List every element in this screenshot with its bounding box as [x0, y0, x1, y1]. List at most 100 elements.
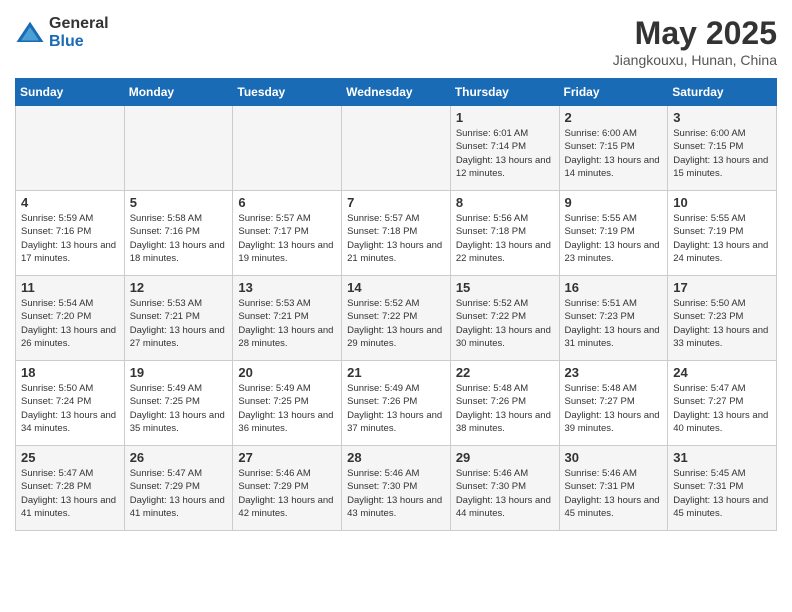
day-detail: Sunrise: 5:55 AMSunset: 7:19 PMDaylight:… [565, 212, 663, 265]
day-number: 8 [456, 195, 554, 210]
day-number: 13 [238, 280, 336, 295]
calendar-cell: 9 Sunrise: 5:55 AMSunset: 7:19 PMDaylight… [559, 191, 668, 276]
calendar-cell: 28 Sunrise: 5:46 AMSunset: 7:30 PMDayligh… [342, 446, 451, 531]
day-detail: Sunrise: 5:54 AMSunset: 7:20 PMDaylight:… [21, 297, 119, 350]
calendar-cell [16, 106, 125, 191]
calendar-cell: 2 Sunrise: 6:00 AMSunset: 7:15 PMDaylight… [559, 106, 668, 191]
calendar-cell: 4Sunrise: 5:59 AMSunset: 7:16 PMDaylight… [16, 191, 125, 276]
weekday-header-wednesday: Wednesday [342, 79, 451, 106]
day-detail: Sunrise: 5:57 AMSunset: 7:17 PMDaylight:… [238, 212, 336, 265]
calendar-cell: 8 Sunrise: 5:56 AMSunset: 7:18 PMDaylight… [450, 191, 559, 276]
weekday-header-row: SundayMondayTuesdayWednesdayThursdayFrid… [16, 79, 777, 106]
calendar-cell: 30Sunrise: 5:46 AMSunset: 7:31 PMDayligh… [559, 446, 668, 531]
calendar-cell: 27Sunrise: 5:46 AMSunset: 7:29 PMDayligh… [233, 446, 342, 531]
header: General Blue May 2025 Jiangkouxu, Hunan,… [15, 15, 777, 68]
calendar-cell: 10 Sunrise: 5:55 AMSunset: 7:19 PMDayligh… [668, 191, 777, 276]
day-detail: Sunrise: 5:47 AMSunset: 7:27 PMDaylight:… [673, 382, 771, 435]
calendar-cell: 5 Sunrise: 5:58 AMSunset: 7:16 PMDaylight… [124, 191, 233, 276]
logo: General Blue [15, 15, 109, 50]
day-number: 18 [21, 365, 119, 380]
calendar-cell: 24 Sunrise: 5:47 AMSunset: 7:27 PMDayligh… [668, 361, 777, 446]
day-detail: Sunrise: 5:49 AMSunset: 7:26 PMDaylight:… [347, 382, 445, 435]
day-detail: Sunrise: 5:58 AMSunset: 7:16 PMDaylight:… [130, 212, 228, 265]
calendar-cell [124, 106, 233, 191]
day-detail: Sunrise: 5:46 AMSunset: 7:30 PMDaylight:… [347, 467, 445, 520]
calendar-header: SundayMondayTuesdayWednesdayThursdayFrid… [16, 79, 777, 106]
day-detail: Sunrise: 5:47 AMSunset: 7:28 PMDaylight:… [21, 467, 119, 520]
calendar-table: SundayMondayTuesdayWednesdayThursdayFrid… [15, 78, 777, 531]
day-number: 21 [347, 365, 445, 380]
calendar-cell: 20Sunrise: 5:49 AMSunset: 7:25 PMDayligh… [233, 361, 342, 446]
day-detail: Sunrise: 6:00 AMSunset: 7:15 PMDaylight:… [673, 127, 771, 180]
calendar-cell [233, 106, 342, 191]
day-detail: Sunrise: 5:46 AMSunset: 7:30 PMDaylight:… [456, 467, 554, 520]
weekday-header-friday: Friday [559, 79, 668, 106]
day-number: 29 [456, 450, 554, 465]
day-detail: Sunrise: 5:47 AMSunset: 7:29 PMDaylight:… [130, 467, 228, 520]
day-detail: Sunrise: 5:52 AMSunset: 7:22 PMDaylight:… [347, 297, 445, 350]
day-number: 2 [565, 110, 663, 125]
calendar-cell: 21 Sunrise: 5:49 AMSunset: 7:26 PMDayligh… [342, 361, 451, 446]
day-number: 17 [673, 280, 771, 295]
calendar-cell: 13 Sunrise: 5:53 AMSunset: 7:21 PMDayligh… [233, 276, 342, 361]
day-number: 4 [21, 195, 119, 210]
title-section: May 2025 Jiangkouxu, Hunan, China [613, 15, 777, 68]
calendar-cell: 15Sunrise: 5:52 AMSunset: 7:22 PMDayligh… [450, 276, 559, 361]
weekday-header-sunday: Sunday [16, 79, 125, 106]
logo-icon [15, 18, 45, 48]
day-number: 16 [565, 280, 663, 295]
day-detail: Sunrise: 5:50 AMSunset: 7:23 PMDaylight:… [673, 297, 771, 350]
calendar-cell: 29 Sunrise: 5:46 AMSunset: 7:30 PMDayligh… [450, 446, 559, 531]
day-detail: Sunrise: 5:51 AMSunset: 7:23 PMDaylight:… [565, 297, 663, 350]
day-number: 28 [347, 450, 445, 465]
day-number: 24 [673, 365, 771, 380]
weekday-header-saturday: Saturday [668, 79, 777, 106]
day-number: 5 [130, 195, 228, 210]
day-number: 30 [565, 450, 663, 465]
day-number: 6 [238, 195, 336, 210]
calendar-cell: 25Sunrise: 5:47 AMSunset: 7:28 PMDayligh… [16, 446, 125, 531]
logo-general-text: General [49, 15, 109, 33]
day-number: 22 [456, 365, 554, 380]
calendar-cell: 22 Sunrise: 5:48 AMSunset: 7:26 PMDayligh… [450, 361, 559, 446]
day-number: 7 [347, 195, 445, 210]
calendar-cell: 11 Sunrise: 5:54 AMSunset: 7:20 PMDayligh… [16, 276, 125, 361]
calendar-cell: 14 Sunrise: 5:52 AMSunset: 7:22 PMDayligh… [342, 276, 451, 361]
day-detail: Sunrise: 6:01 AMSunset: 7:14 PMDaylight:… [456, 127, 554, 180]
day-detail: Sunrise: 5:55 AMSunset: 7:19 PMDaylight:… [673, 212, 771, 265]
day-number: 23 [565, 365, 663, 380]
logo-text: General Blue [49, 15, 109, 50]
day-number: 14 [347, 280, 445, 295]
day-detail: Sunrise: 5:50 AMSunset: 7:24 PMDaylight:… [21, 382, 119, 435]
calendar-cell: 6 Sunrise: 5:57 AMSunset: 7:17 PMDaylight… [233, 191, 342, 276]
month-year-title: May 2025 [613, 15, 777, 52]
weekday-header-thursday: Thursday [450, 79, 559, 106]
weekday-header-tuesday: Tuesday [233, 79, 342, 106]
calendar-cell: 16 Sunrise: 5:51 AMSunset: 7:23 PMDayligh… [559, 276, 668, 361]
day-detail: Sunrise: 5:56 AMSunset: 7:18 PMDaylight:… [456, 212, 554, 265]
day-number: 9 [565, 195, 663, 210]
day-number: 31 [673, 450, 771, 465]
calendar-week-row: 25Sunrise: 5:47 AMSunset: 7:28 PMDayligh… [16, 446, 777, 531]
day-detail: Sunrise: 5:52 AMSunset: 7:22 PMDaylight:… [456, 297, 554, 350]
day-number: 3 [673, 110, 771, 125]
day-detail: Sunrise: 5:48 AMSunset: 7:27 PMDaylight:… [565, 382, 663, 435]
day-detail: Sunrise: 6:00 AMSunset: 7:15 PMDaylight:… [565, 127, 663, 180]
day-number: 11 [21, 280, 119, 295]
day-detail: Sunrise: 5:48 AMSunset: 7:26 PMDaylight:… [456, 382, 554, 435]
calendar-body: 1Sunrise: 6:01 AMSunset: 7:14 PMDaylight… [16, 106, 777, 531]
day-detail: Sunrise: 5:49 AMSunset: 7:25 PMDaylight:… [130, 382, 228, 435]
day-number: 26 [130, 450, 228, 465]
day-detail: Sunrise: 5:53 AMSunset: 7:21 PMDaylight:… [238, 297, 336, 350]
day-number: 19 [130, 365, 228, 380]
calendar-cell: 18 Sunrise: 5:50 AMSunset: 7:24 PMDayligh… [16, 361, 125, 446]
calendar-cell: 23 Sunrise: 5:48 AMSunset: 7:27 PMDayligh… [559, 361, 668, 446]
calendar-week-row: 1Sunrise: 6:01 AMSunset: 7:14 PMDaylight… [16, 106, 777, 191]
calendar-week-row: 11 Sunrise: 5:54 AMSunset: 7:20 PMDayligh… [16, 276, 777, 361]
location-subtitle: Jiangkouxu, Hunan, China [613, 52, 777, 68]
calendar-cell: 17 Sunrise: 5:50 AMSunset: 7:23 PMDayligh… [668, 276, 777, 361]
calendar-cell: 31 Sunrise: 5:45 AMSunset: 7:31 PMDayligh… [668, 446, 777, 531]
day-number: 10 [673, 195, 771, 210]
calendar-cell: 12Sunrise: 5:53 AMSunset: 7:21 PMDayligh… [124, 276, 233, 361]
day-detail: Sunrise: 5:45 AMSunset: 7:31 PMDaylight:… [673, 467, 771, 520]
